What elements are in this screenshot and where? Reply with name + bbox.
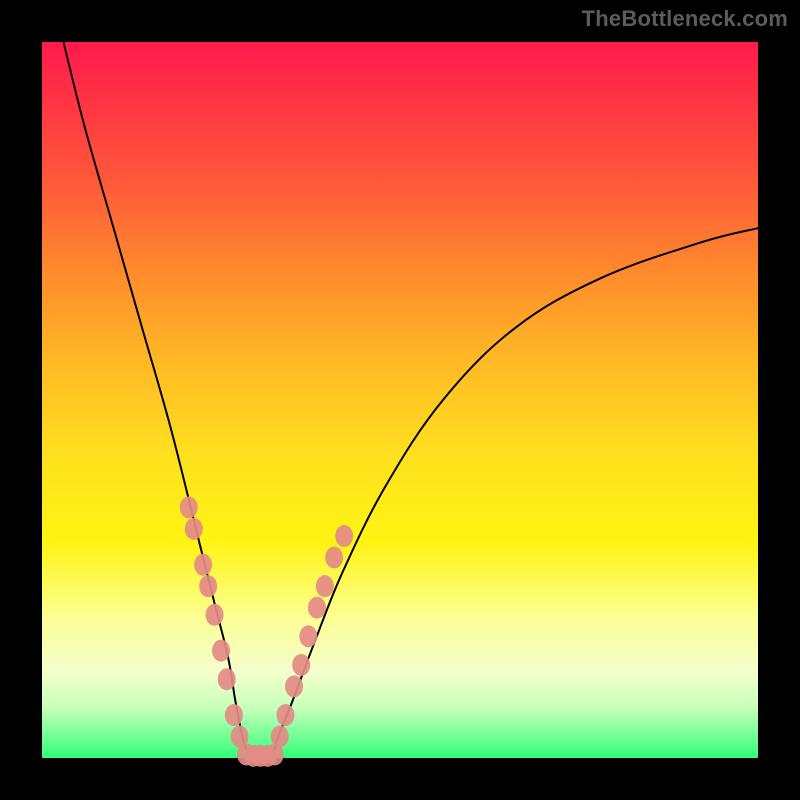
highlight-dot [194, 554, 212, 576]
highlight-dot [316, 575, 334, 597]
dots-layer [180, 496, 353, 766]
highlight-dot [206, 604, 224, 626]
highlight-dot [185, 518, 203, 540]
highlight-dot [299, 625, 317, 647]
highlight-dot [285, 675, 303, 697]
highlight-dot [276, 704, 294, 726]
highlight-dot [225, 704, 243, 726]
highlight-dot [308, 597, 326, 619]
highlight-dot [335, 525, 353, 547]
plot-area [42, 42, 758, 758]
highlight-dot [199, 575, 217, 597]
highlight-dot [180, 496, 198, 518]
curve-layer [63, 42, 758, 760]
chart-svg [42, 42, 758, 758]
watermark-text: TheBottleneck.com [582, 6, 788, 32]
highlight-dot [292, 654, 310, 676]
highlight-dot [218, 668, 236, 690]
bottleneck-curve [63, 42, 758, 760]
highlight-dot [325, 547, 343, 569]
highlight-dot [212, 640, 230, 662]
chart-stage: TheBottleneck.com [0, 0, 800, 800]
highlight-dot [271, 726, 289, 748]
